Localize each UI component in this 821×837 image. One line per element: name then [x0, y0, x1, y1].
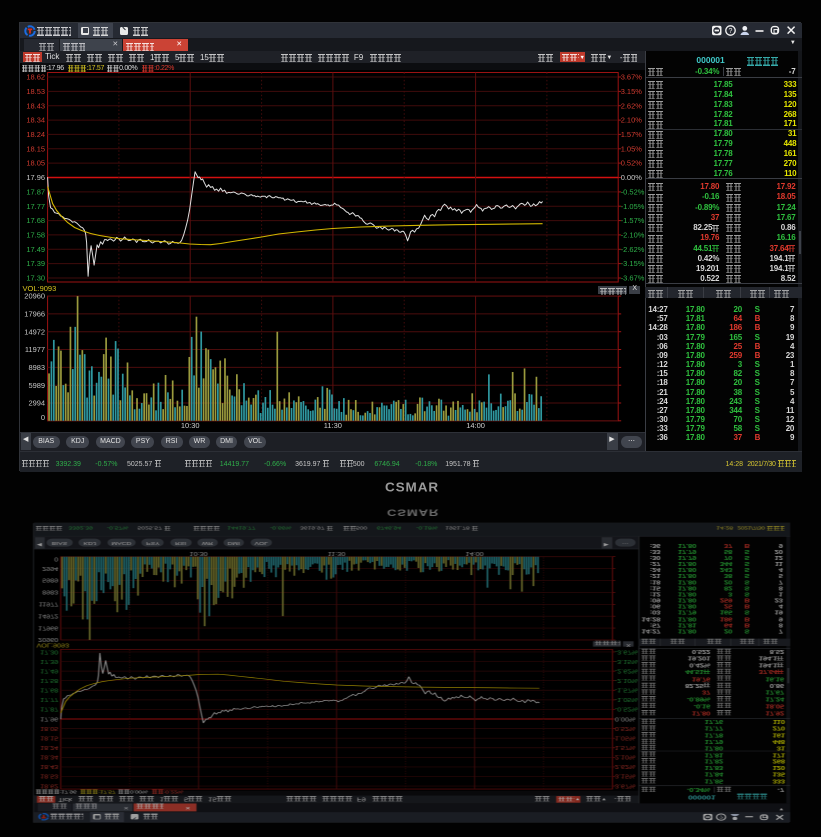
- svg-text:18.15: 18.15: [41, 734, 60, 740]
- svg-text:17.58: 17.58: [27, 231, 46, 240]
- svg-text:0.52%: 0.52%: [621, 159, 643, 168]
- svg-text:-2.62%: -2.62%: [621, 245, 645, 254]
- svg-text:17.58: 17.58: [41, 677, 60, 683]
- svg-text:5989: 5989: [43, 577, 60, 583]
- svg-text:18.34: 18.34: [41, 754, 60, 760]
- svg-text:?: ?: [729, 28, 733, 35]
- svg-text:3.67%: 3.67%: [621, 73, 643, 82]
- svg-text:17966: 17966: [25, 310, 46, 319]
- svg-text:18.53: 18.53: [27, 87, 46, 96]
- svg-text:18.24: 18.24: [27, 130, 46, 139]
- svg-text:17.77: 17.77: [27, 202, 46, 211]
- svg-text:17.30: 17.30: [41, 648, 60, 654]
- svg-text:17966: 17966: [39, 624, 60, 630]
- svg-text:18.05: 18.05: [27, 159, 46, 168]
- svg-text:17.39: 17.39: [41, 658, 60, 664]
- svg-text:17.49: 17.49: [27, 245, 46, 254]
- svg-text:14972: 14972: [39, 612, 60, 618]
- svg-text:18.62: 18.62: [41, 782, 60, 788]
- svg-text:17.96: 17.96: [41, 715, 60, 721]
- svg-text:0.00%: 0.00%: [615, 715, 636, 721]
- svg-text:-1.05%: -1.05%: [621, 202, 645, 211]
- svg-text:2.62%: 2.62%: [615, 763, 636, 769]
- svg-text:-0.52%: -0.52%: [615, 706, 638, 712]
- svg-text:3.15%: 3.15%: [615, 773, 636, 779]
- svg-text:17.87: 17.87: [27, 188, 46, 197]
- svg-text:5989: 5989: [29, 381, 46, 390]
- svg-text:2.10%: 2.10%: [621, 116, 643, 125]
- svg-text:14:00: 14:00: [466, 550, 485, 556]
- svg-text:-1.57%: -1.57%: [621, 217, 645, 226]
- svg-text:1.05%: 1.05%: [621, 145, 643, 154]
- svg-text:-3.15%: -3.15%: [615, 658, 638, 664]
- svg-text:3.15%: 3.15%: [621, 87, 643, 96]
- svg-text:10:30: 10:30: [181, 421, 200, 430]
- svg-text:17.87: 17.87: [41, 706, 60, 712]
- svg-text:10:30: 10:30: [190, 550, 209, 556]
- svg-text:-3.67%: -3.67%: [615, 648, 638, 654]
- svg-text:0: 0: [55, 555, 60, 561]
- svg-text:-1.57%: -1.57%: [615, 687, 638, 693]
- svg-text:17.96: 17.96: [27, 174, 46, 183]
- svg-text:0: 0: [41, 413, 45, 422]
- svg-text:1.57%: 1.57%: [621, 130, 643, 139]
- svg-text:17.68: 17.68: [41, 687, 60, 693]
- svg-text:-3.67%: -3.67%: [621, 274, 645, 283]
- svg-text:14:00: 14:00: [467, 421, 486, 430]
- svg-text:17.68: 17.68: [27, 217, 46, 226]
- svg-text:11977: 11977: [39, 601, 59, 607]
- svg-text:0.00%: 0.00%: [621, 174, 643, 183]
- svg-text:1.05%: 1.05%: [615, 734, 636, 740]
- svg-text:2994: 2994: [29, 399, 46, 408]
- svg-text:18.43: 18.43: [27, 102, 46, 111]
- svg-text:18.34: 18.34: [27, 116, 46, 125]
- svg-text:18.05: 18.05: [41, 725, 60, 731]
- svg-text:2.10%: 2.10%: [615, 754, 636, 760]
- svg-text:2.62%: 2.62%: [621, 102, 643, 111]
- svg-text:18.24: 18.24: [41, 744, 60, 750]
- svg-text:17.30: 17.30: [27, 274, 46, 283]
- svg-text:11:30: 11:30: [324, 421, 342, 430]
- svg-text:14972: 14972: [25, 328, 46, 337]
- svg-text:8983: 8983: [43, 589, 60, 595]
- svg-text:18.53: 18.53: [41, 773, 60, 779]
- svg-text:0.52%: 0.52%: [615, 725, 636, 731]
- svg-text:18.43: 18.43: [41, 763, 60, 769]
- svg-text:17.49: 17.49: [41, 667, 60, 673]
- svg-text:-3.15%: -3.15%: [621, 260, 645, 269]
- svg-text:18.62: 18.62: [27, 73, 46, 82]
- svg-text:11:30: 11:30: [328, 550, 346, 556]
- svg-text:-1.05%: -1.05%: [615, 696, 638, 702]
- svg-text:1.57%: 1.57%: [615, 744, 636, 750]
- svg-text:-2.10%: -2.10%: [615, 677, 638, 683]
- svg-text:18.15: 18.15: [27, 145, 46, 154]
- svg-text:-0.52%: -0.52%: [621, 188, 645, 197]
- svg-text:2994: 2994: [43, 565, 60, 571]
- svg-text:17.39: 17.39: [27, 260, 46, 269]
- svg-text:3.67%: 3.67%: [615, 782, 636, 788]
- svg-text:11977: 11977: [25, 346, 45, 355]
- svg-text:-2.10%: -2.10%: [621, 231, 645, 240]
- svg-text:17.77: 17.77: [41, 696, 60, 702]
- svg-text:8983: 8983: [29, 363, 46, 372]
- svg-text:-2.62%: -2.62%: [615, 667, 638, 673]
